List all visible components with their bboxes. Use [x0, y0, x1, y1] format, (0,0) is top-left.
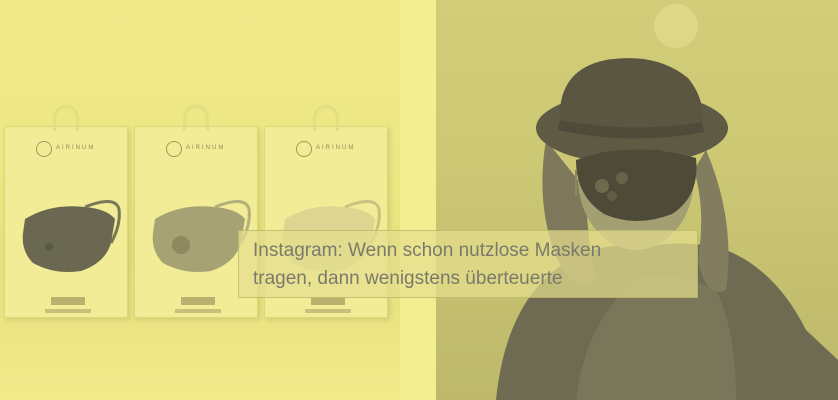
package-sublabel	[305, 309, 351, 313]
face-mask-grey	[152, 200, 251, 272]
face-mask-dark	[22, 200, 121, 272]
portrait-photo	[436, 0, 838, 400]
package-label	[181, 297, 215, 305]
display-shelf	[0, 312, 400, 400]
package-sublabel	[45, 309, 91, 313]
brand-logo-icon	[36, 141, 52, 157]
brand-mark: AIRINUM	[56, 145, 96, 151]
brand-logo-icon	[166, 141, 182, 157]
brand-mark: AIRINUM	[186, 145, 226, 151]
image-caption: Instagram: Wenn schon nutzlose Masken tr…	[238, 230, 698, 298]
article-image: AIRINUM AIRINUM AIRINUM Instagram: Wenn …	[0, 0, 838, 400]
image-divider	[400, 0, 436, 400]
mask-package-1: AIRINUM	[4, 105, 128, 318]
package-label	[311, 297, 345, 305]
brand-mark: AIRINUM	[316, 145, 356, 151]
hanger-hook-icon	[313, 105, 339, 131]
caption-line-1: Instagram: Wenn schon nutzlose Masken	[253, 240, 602, 261]
brand-logo-icon	[296, 141, 312, 157]
product-photo: AIRINUM AIRINUM AIRINUM	[0, 0, 400, 400]
package-label	[51, 297, 85, 305]
hanger-hook-icon	[53, 105, 79, 131]
caption-line-2: tragen, dann wenigstens überteuerte	[253, 268, 563, 289]
package-sublabel	[175, 309, 221, 313]
person-wearing-mask	[496, 4, 838, 400]
hanger-hook-icon	[183, 105, 209, 131]
